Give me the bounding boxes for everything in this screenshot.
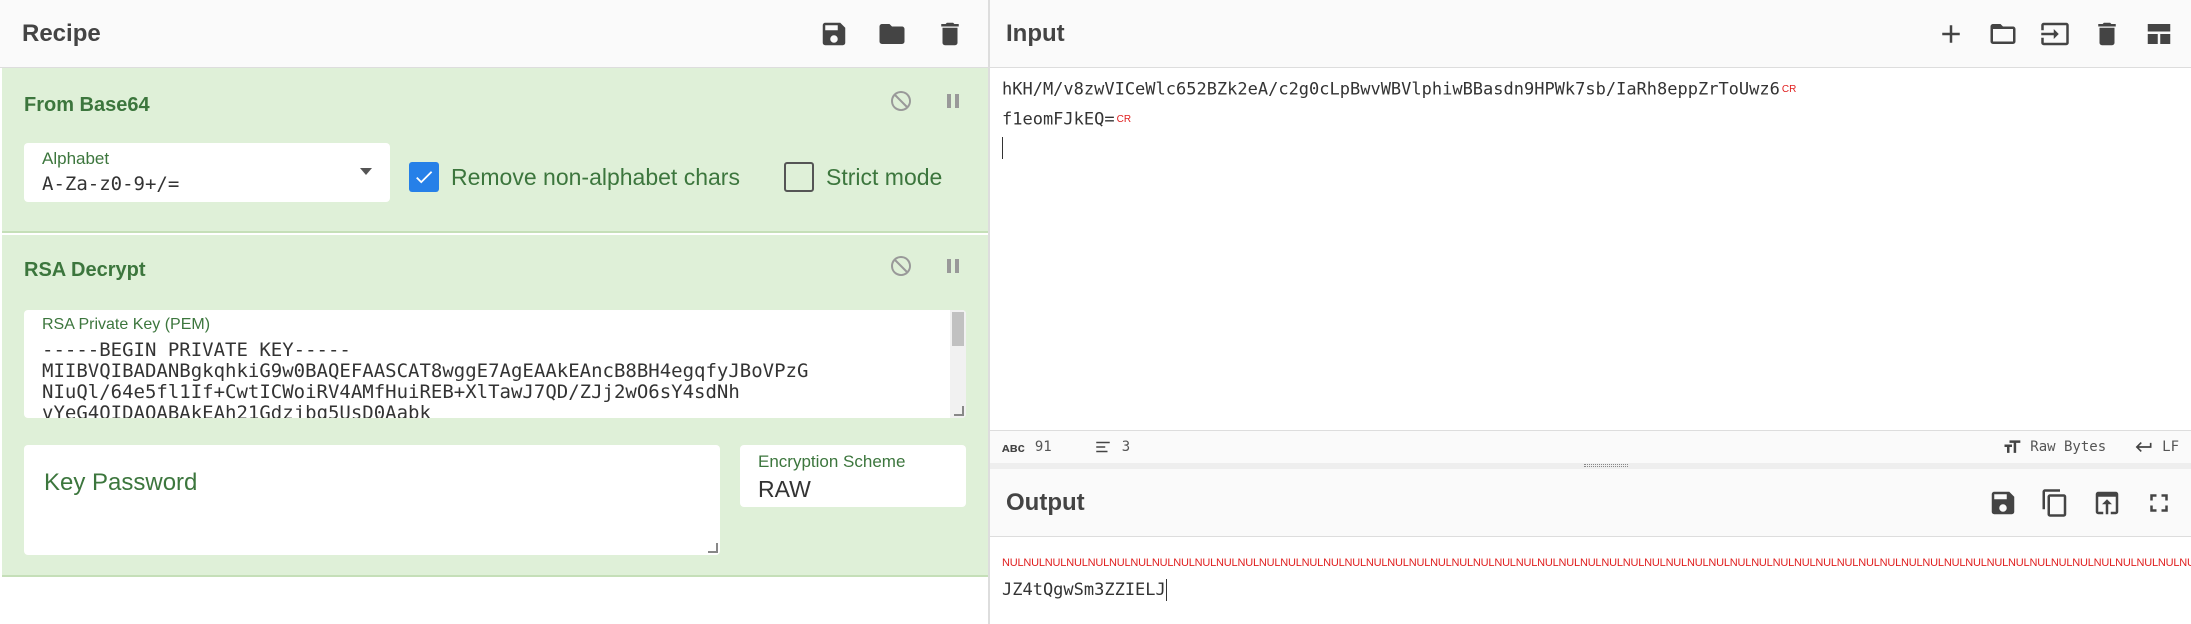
alphabet-label: Alphabet bbox=[42, 149, 110, 168]
disable-operation-button[interactable] bbox=[888, 253, 914, 279]
input-textarea[interactable]: hKH/M/v8zwVICeWlc652BZk2eA/c2g0cLpBwvWBV… bbox=[1002, 75, 1796, 163]
layout-icon bbox=[2147, 23, 2171, 44]
return-icon bbox=[2135, 442, 2152, 452]
input-encoding: Raw Bytes bbox=[2030, 439, 2107, 455]
encryption-scheme-label: Encryption Scheme bbox=[758, 452, 906, 471]
input-line-count: 3 bbox=[1121, 439, 1131, 455]
input-eol: LF bbox=[2162, 439, 2179, 455]
encryption-scheme-select[interactable]: Encryption Scheme RAW bbox=[740, 445, 966, 507]
input-header: Input bbox=[990, 0, 2191, 68]
save-recipe-button[interactable] bbox=[818, 18, 850, 50]
input-title: Input bbox=[1006, 19, 1065, 47]
pause-icon bbox=[947, 259, 959, 273]
operation-from-base64[interactable]: From Base64 Alphabet A-Za-z0-9+/= Remove… bbox=[2, 68, 988, 233]
recipe-header: Recipe bbox=[0, 0, 988, 68]
copy-icon bbox=[2042, 488, 2067, 517]
save-output-button[interactable] bbox=[1987, 487, 2019, 519]
input-status-bar: ᴀʙᴄ 91 3 Raw Bytes LF bbox=[990, 430, 2191, 463]
key-password-placeholder: Key Password bbox=[44, 469, 198, 496]
save-icon bbox=[822, 22, 846, 45]
copy-output-button[interactable] bbox=[2039, 487, 2071, 519]
check-icon bbox=[416, 171, 433, 184]
strict-mode-checkbox[interactable]: Strict mode bbox=[784, 162, 942, 192]
output-header: Output bbox=[990, 469, 2191, 537]
text-cursor bbox=[1002, 137, 1003, 159]
open-folder-button[interactable] bbox=[2039, 18, 2071, 50]
maximise-output-button[interactable] bbox=[2143, 487, 2175, 519]
trash-icon bbox=[941, 22, 959, 45]
scrollbar-thumb[interactable] bbox=[952, 312, 964, 346]
grip-icon bbox=[1584, 464, 1628, 467]
rsa-private-key-textarea[interactable]: RSA Private Key (PEM) -----BEGIN PRIVATE… bbox=[24, 310, 966, 418]
rsa-private-key-value: -----BEGIN PRIVATE KEY----- MIIBVQIBADAN… bbox=[42, 339, 809, 419]
rsa-private-key-label: RSA Private Key (PEM) bbox=[42, 316, 211, 333]
recipe-pane: Recipe From Base64 Alphabet A-Za-z0-9+/=… bbox=[0, 0, 990, 624]
resize-handle[interactable] bbox=[954, 406, 964, 416]
breakpoint-button[interactable] bbox=[940, 88, 966, 114]
text-cursor bbox=[1165, 579, 1167, 601]
input-pane: Input hKH/M/v8zwVICeWlc652BZk2eA/c2g0cLp… bbox=[990, 0, 2191, 463]
load-recipe-button[interactable] bbox=[876, 18, 908, 50]
remove-non-alphabet-checkbox[interactable]: Remove non-alphabet chars bbox=[409, 162, 740, 192]
trash-icon bbox=[2098, 22, 2116, 45]
reset-layout-button[interactable] bbox=[2143, 18, 2175, 50]
plus-icon bbox=[1942, 24, 1960, 43]
save-icon bbox=[1991, 491, 2015, 514]
breakpoint-button[interactable] bbox=[940, 253, 966, 279]
output-title: Output bbox=[1006, 488, 1085, 516]
fullscreen-icon bbox=[2150, 493, 2168, 512]
carriage-return-marker: CR bbox=[1116, 113, 1132, 125]
checkbox-unchecked[interactable] bbox=[784, 162, 814, 192]
alphabet-value: A-Za-z0-9+/= bbox=[42, 173, 180, 195]
strict-mode-label: Strict mode bbox=[826, 163, 943, 190]
length-icon: ᴀʙᴄ bbox=[1002, 439, 1025, 455]
output-pane: Output NULNULNULNULNULNULNULNULNULNULNUL… bbox=[990, 469, 2191, 624]
input-eol-button[interactable]: LF bbox=[2134, 437, 2179, 457]
resize-handle[interactable] bbox=[708, 543, 718, 553]
folder-icon bbox=[1990, 23, 2016, 44]
encryption-scheme-value: RAW bbox=[758, 476, 811, 502]
folder-icon bbox=[879, 23, 905, 44]
checkbox-checked[interactable] bbox=[409, 162, 439, 192]
disable-icon bbox=[891, 256, 911, 276]
output-value: JZ4tQgwSm3ZZIELJ bbox=[1002, 580, 1166, 600]
clear-input-button[interactable] bbox=[2091, 18, 2123, 50]
import-icon bbox=[2041, 22, 2069, 45]
operation-title: From Base64 bbox=[24, 94, 150, 116]
input-line: f1eomFJkEQ= bbox=[1002, 109, 1115, 129]
disable-operation-button[interactable] bbox=[888, 88, 914, 114]
key-password-textarea[interactable]: Key Password bbox=[24, 445, 720, 555]
add-input-tab-button[interactable] bbox=[1935, 18, 1967, 50]
text-size-icon bbox=[2004, 440, 2021, 453]
input-encoding-button[interactable]: Raw Bytes bbox=[2002, 437, 2106, 457]
recipe-title: Recipe bbox=[22, 19, 101, 47]
remove-non-alphabet-label: Remove non-alphabet chars bbox=[451, 163, 740, 190]
clear-recipe-button[interactable] bbox=[934, 18, 966, 50]
replace-input-button[interactable] bbox=[2091, 487, 2123, 519]
lines-icon bbox=[1095, 441, 1110, 453]
pause-icon bbox=[947, 94, 959, 108]
input-line: hKH/M/v8zwVICeWlc652BZk2eA/c2g0cLpBwvWBV… bbox=[1002, 79, 1780, 100]
scrollbar[interactable] bbox=[950, 310, 966, 418]
replace-input-icon bbox=[2095, 491, 2119, 514]
open-file-button[interactable] bbox=[1987, 18, 2019, 50]
output-textarea[interactable]: JZ4tQgwSm3ZZIELJ bbox=[1002, 577, 1167, 603]
input-length: 91 bbox=[1034, 439, 1052, 455]
disable-icon bbox=[891, 91, 911, 111]
output-null-bytes: NULNULNULNULNULNULNULNULNULNULNULNULNULN… bbox=[1002, 557, 2191, 569]
chevron-down-icon bbox=[360, 168, 372, 175]
operation-title: RSA Decrypt bbox=[24, 259, 146, 281]
carriage-return-marker: CR bbox=[1781, 84, 1797, 95]
operation-rsa-decrypt[interactable]: RSA Decrypt RSA Private Key (PEM) -----B… bbox=[2, 235, 988, 577]
alphabet-select[interactable]: Alphabet A-Za-z0-9+/= bbox=[24, 143, 390, 202]
